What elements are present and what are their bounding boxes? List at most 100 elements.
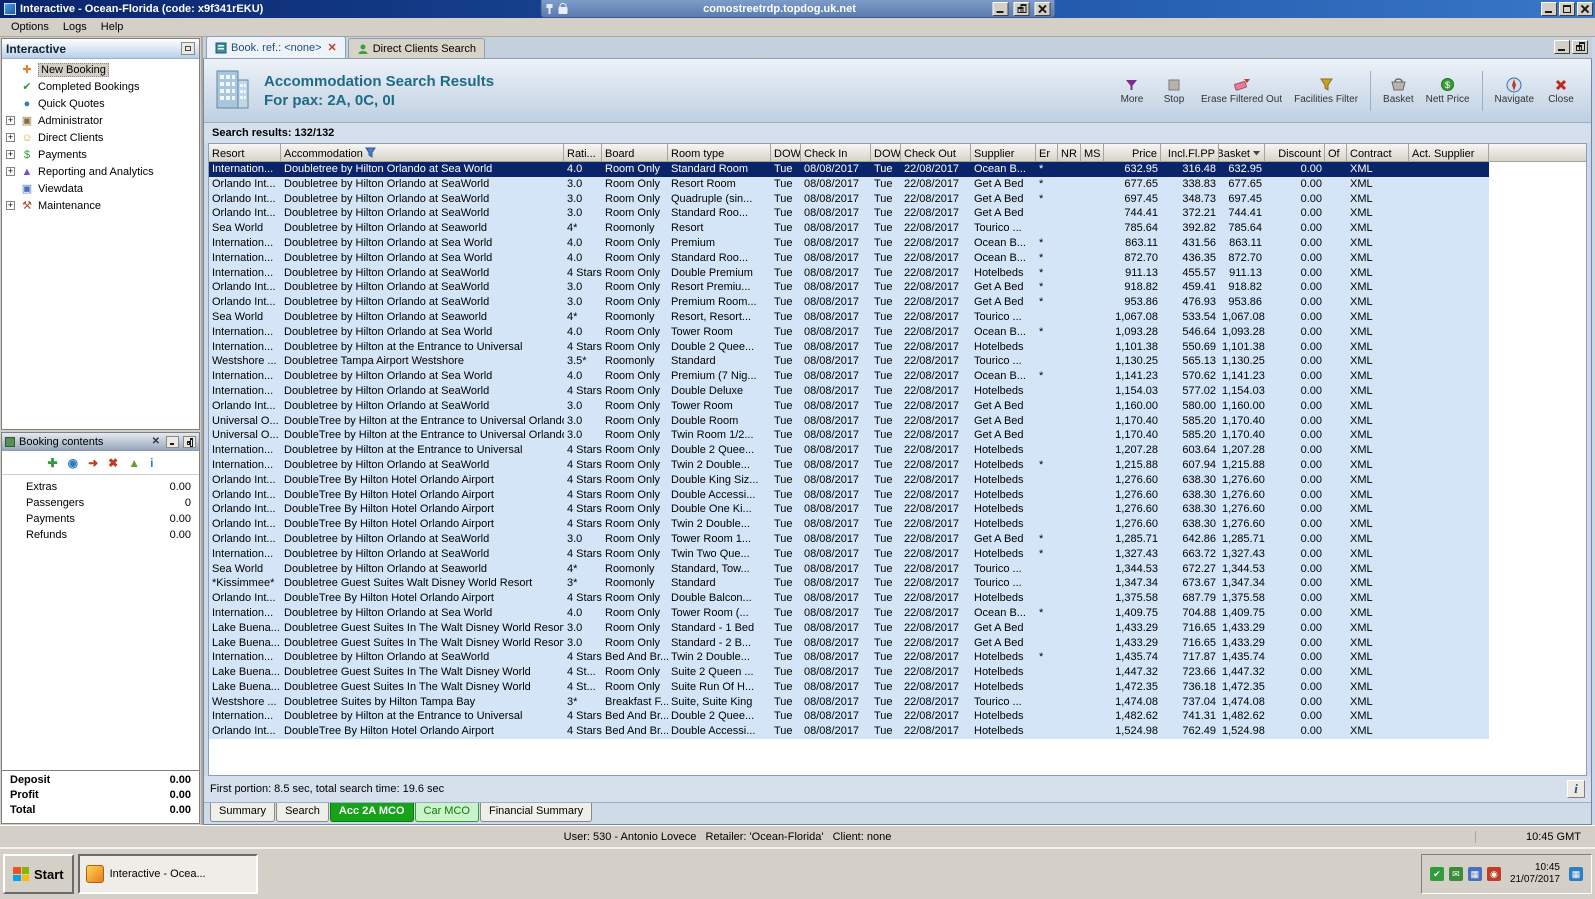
booking-contents-minimize-button[interactable] bbox=[166, 435, 179, 448]
delete-icon[interactable]: ✖ bbox=[108, 456, 118, 470]
table-row[interactable]: Internation... Doubletree by Hilton Orlan… bbox=[209, 250, 1489, 266]
bottom-tab-financial-summary[interactable]: Financial Summary bbox=[479, 803, 593, 822]
call-status-icon[interactable]: ◉ bbox=[1486, 867, 1501, 881]
column-header-price[interactable]: Price bbox=[1104, 144, 1161, 162]
column-header-resort[interactable]: Resort bbox=[209, 144, 281, 162]
column-header-check-in[interactable]: Check In bbox=[801, 144, 871, 162]
dropdown-arrow-icon[interactable] bbox=[1252, 148, 1261, 160]
results-grid-body[interactable]: Internation... Doubletree by Hilton Orlan… bbox=[209, 162, 1586, 775]
table-row[interactable]: Internation... Doubletree by Hilton at th… bbox=[209, 709, 1489, 725]
table-row[interactable]: Orlando Int... DoubleTree By Hilton Hotel… bbox=[209, 472, 1489, 488]
column-header-act-supplier[interactable]: Act. Supplier bbox=[1409, 144, 1489, 162]
column-header-check-out[interactable]: Check Out bbox=[901, 144, 971, 162]
tab-close-icon[interactable]: ✕ bbox=[328, 41, 337, 54]
column-header-accommodation[interactable]: Accommodation bbox=[281, 144, 564, 162]
table-row[interactable]: Internation... Doubletree by Hilton Orlan… bbox=[209, 265, 1489, 281]
column-header-incl-fl-pp[interactable]: Incl.Fl.PP bbox=[1161, 144, 1219, 162]
info-icon[interactable]: i bbox=[150, 456, 153, 470]
window-minimize-button[interactable] bbox=[1541, 2, 1557, 16]
column-header-board[interactable]: Board bbox=[602, 144, 668, 162]
menu-logs[interactable]: Logs bbox=[56, 19, 94, 35]
column-header-discount[interactable]: Discount bbox=[1265, 144, 1325, 162]
sidebar-item-reporting-and-analytics[interactable]: + ▲ Reporting and Analytics bbox=[2, 163, 199, 180]
table-row[interactable]: Orlando Int... Doubletree by Hilton Orlan… bbox=[209, 398, 1489, 414]
table-row[interactable]: Sea World Doubletree by Hilton Orlando at… bbox=[209, 221, 1489, 236]
expander-icon[interactable]: + bbox=[6, 150, 15, 159]
column-header-ms[interactable]: MS bbox=[1081, 144, 1104, 162]
column-header-basket[interactable]: Basket bbox=[1219, 144, 1265, 162]
menu-options[interactable]: Options bbox=[4, 19, 56, 35]
table-row[interactable]: Internation... Doubletree by Hilton Orlan… bbox=[209, 383, 1489, 399]
booking-contents-restore-button[interactable] bbox=[183, 435, 196, 448]
expander-icon[interactable]: + bbox=[6, 167, 15, 176]
table-row[interactable]: Universal O... DoubleTree by Hilton at th… bbox=[209, 413, 1489, 429]
table-row[interactable]: Orlando Int... DoubleTree By Hilton Hotel… bbox=[209, 591, 1489, 606]
expander-icon[interactable]: + bbox=[6, 133, 15, 142]
close-button[interactable]: Close bbox=[1541, 74, 1581, 107]
table-row[interactable]: Orlando Int... DoubleTree By Hilton Hotel… bbox=[209, 724, 1489, 740]
tab-direct-clients-search[interactable]: Direct Clients Search bbox=[347, 38, 486, 58]
column-header-contract[interactable]: Contract bbox=[1347, 144, 1409, 162]
sidebar-item-quick-quotes[interactable]: ● Quick Quotes bbox=[2, 95, 199, 112]
table-row[interactable]: Orlando Int... DoubleTree By Hilton Hotel… bbox=[209, 502, 1489, 518]
booking-contents-row[interactable]: Payments 0.00 bbox=[2, 511, 199, 527]
collapse-panel-button[interactable] bbox=[181, 42, 195, 55]
table-row[interactable]: Sea World Doubletree by Hilton Orlando at… bbox=[209, 309, 1489, 325]
nett-price-button[interactable]: $ Nett Price bbox=[1421, 74, 1475, 107]
sidebar-item-completed-bookings[interactable]: ✔ Completed Bookings bbox=[2, 78, 199, 95]
column-header-rating[interactable]: Rati... bbox=[564, 144, 602, 162]
facilities-filter-button[interactable]: Facilities Filter bbox=[1289, 74, 1363, 107]
column-header-er[interactable]: Er bbox=[1036, 144, 1058, 162]
table-row[interactable]: Internation... Doubletree by Hilton Orlan… bbox=[209, 650, 1489, 666]
bottom-tab-search[interactable]: Search bbox=[276, 803, 329, 822]
table-row[interactable]: Orlando Int... DoubleTree By Hilton Hotel… bbox=[209, 487, 1489, 503]
window-maximize-button[interactable] bbox=[1559, 2, 1575, 16]
booking-contents-row[interactable]: Extras 0.00 bbox=[2, 479, 199, 495]
expander-icon[interactable]: + bbox=[6, 116, 15, 125]
filter-funnel-icon[interactable] bbox=[364, 147, 376, 161]
info-button[interactable]: i bbox=[1567, 780, 1585, 798]
table-row[interactable]: Internation... Doubletree by Hilton Orlan… bbox=[209, 324, 1489, 340]
column-header-dow-out[interactable]: DOW bbox=[871, 144, 901, 162]
table-row[interactable]: Internation... Doubletree by Hilton Orlan… bbox=[209, 457, 1489, 473]
add-icon[interactable]: ✚ bbox=[48, 456, 58, 470]
table-row[interactable]: *Kissimmee* Doubletree Guest Suites Walt … bbox=[209, 576, 1489, 592]
table-row[interactable]: Orlando Int... Doubletree by Hilton Orlan… bbox=[209, 280, 1489, 296]
antivirus-shield-icon[interactable]: ✔ bbox=[1429, 867, 1444, 881]
bottom-tab-summary[interactable]: Summary bbox=[210, 803, 276, 822]
booking-contents-close-icon[interactable]: ✕ bbox=[150, 436, 162, 447]
table-row[interactable]: Lake Buena... Doubletree Guest Suites In … bbox=[209, 679, 1489, 695]
bottom-tab-car-mco[interactable]: Car MCO bbox=[414, 803, 479, 822]
expander-icon[interactable]: + bbox=[6, 201, 15, 210]
sidebar-item-payments[interactable]: + $ Payments bbox=[2, 146, 199, 163]
rdp-icon[interactable]: ▦ bbox=[1569, 867, 1583, 881]
table-row[interactable]: Westshore ... Doubletree Tampa Airport We… bbox=[209, 354, 1489, 370]
move-up-icon[interactable]: ▲ bbox=[128, 456, 140, 470]
table-row[interactable]: Westshore ... Doubletree Suites by Hilton… bbox=[209, 694, 1489, 710]
table-row[interactable]: Internation... Doubletree by Hilton Orlan… bbox=[209, 605, 1489, 621]
mdi-minimize-button[interactable] bbox=[1554, 40, 1570, 54]
stop-button[interactable]: Stop bbox=[1154, 74, 1194, 107]
table-row[interactable]: Orlando Int... Doubletree by Hilton Orlan… bbox=[209, 191, 1489, 207]
table-row[interactable]: Internation... Doubletree by Hilton at th… bbox=[209, 443, 1489, 458]
table-row[interactable]: Internation... Doubletree by Hilton at th… bbox=[209, 339, 1489, 355]
rdp-minimize-button[interactable] bbox=[992, 1, 1008, 16]
taskbar-app-button[interactable]: Interactive - Ocea... bbox=[77, 854, 258, 894]
table-row[interactable]: Lake Buena... Doubletree Guest Suites In … bbox=[209, 665, 1489, 680]
table-row[interactable]: Lake Buena... Doubletree Guest Suites In … bbox=[209, 620, 1489, 636]
mdi-restore-button[interactable] bbox=[1572, 40, 1588, 54]
column-header-supplier[interactable]: Supplier bbox=[971, 144, 1036, 162]
rdp-close-button[interactable] bbox=[1034, 1, 1050, 16]
table-row[interactable]: Internation... Doubletree by Hilton Orlan… bbox=[209, 369, 1489, 384]
sidebar-item-new-booking[interactable]: ✚ New Booking bbox=[2, 61, 199, 78]
table-row[interactable]: Orlando Int... Doubletree by Hilton Orlan… bbox=[209, 531, 1489, 547]
booking-contents-row[interactable]: Refunds 0.00 bbox=[2, 527, 199, 543]
table-row[interactable]: Orlando Int... DoubleTree By Hilton Hotel… bbox=[209, 517, 1489, 532]
menu-help[interactable]: Help bbox=[94, 19, 131, 35]
mail-icon[interactable]: ✉ bbox=[1448, 867, 1463, 881]
pin-icon[interactable] bbox=[545, 3, 553, 14]
column-header-dow-in[interactable]: DOW bbox=[771, 144, 801, 162]
column-header-room-type[interactable]: Room type bbox=[668, 144, 771, 162]
window-close-button[interactable] bbox=[1577, 2, 1593, 16]
erase-filtered-out-button[interactable]: Erase Filtered Out bbox=[1196, 74, 1287, 107]
